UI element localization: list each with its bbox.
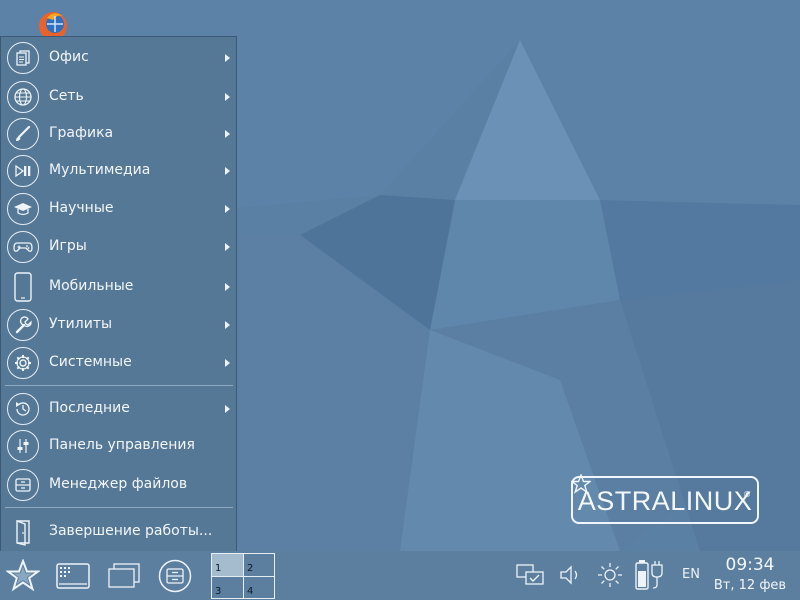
desktop-4-button[interactable]: 4 [244, 577, 275, 599]
menu-item-label: Менеджер файлов [49, 476, 188, 492]
taskbar: 1 2 3 4 EN 09:34 Вт, 12 фев [0, 551, 800, 600]
desktop-1-button[interactable]: 1 [212, 554, 243, 576]
menu-item-label: Завершение работы... [49, 523, 213, 539]
battery-charging-icon[interactable] [634, 559, 670, 595]
start-menu: Офис Сеть Графика Мультимедиа Научные Иг… [0, 36, 237, 552]
menu-item-science[interactable]: Научные [1, 193, 236, 227]
keyboard-layout-indicator[interactable]: EN [682, 567, 700, 582]
multimedia-icon [7, 155, 39, 187]
volume-icon[interactable] [558, 563, 582, 591]
menu-item-label: Сеть [49, 88, 84, 104]
menu-item-label: Научные [49, 200, 114, 216]
menu-item-label: Графика [49, 125, 114, 141]
logo-text: ASTRALINUX [577, 486, 753, 516]
astralinux-logo: ASTRALINUX ® [571, 474, 763, 527]
submenu-arrow-icon [225, 205, 230, 213]
desktop-2-button[interactable]: 2 [244, 554, 275, 576]
menu-item-label: Мультимедиа [49, 162, 151, 178]
office-icon [7, 42, 39, 74]
star-icon [4, 558, 42, 592]
submenu-arrow-icon [225, 243, 230, 251]
menu-item-label: Игры [49, 238, 87, 254]
wrench-icon [7, 309, 39, 341]
phone-icon [7, 271, 39, 303]
submenu-arrow-icon [225, 359, 230, 367]
sliders-icon [7, 430, 39, 462]
menu-separator [5, 385, 233, 386]
submenu-arrow-icon [225, 54, 230, 62]
menu-item-mobile[interactable]: Мобильные [1, 271, 236, 305]
menu-item-control-panel[interactable]: Панель управления [1, 430, 236, 464]
clock-date[interactable]: Вт, 12 фев [700, 578, 800, 593]
menu-item-network[interactable]: Сеть [1, 81, 236, 115]
file-cabinet-icon [158, 559, 192, 593]
submenu-arrow-icon [225, 405, 230, 413]
menu-item-games[interactable]: Игры [1, 231, 236, 265]
history-icon [7, 393, 39, 425]
start-button[interactable] [4, 558, 42, 597]
menu-item-utilities[interactable]: Утилиты [1, 309, 236, 343]
menu-item-system[interactable]: Системные [1, 347, 236, 381]
menu-item-shutdown[interactable]: Завершение работы... [1, 516, 236, 550]
pager-divider [212, 576, 274, 577]
menu-item-label: Мобильные [49, 278, 134, 294]
menu-item-label: Последние [49, 400, 130, 416]
exit-door-icon [7, 516, 39, 548]
menu-item-label: Офис [49, 49, 89, 65]
launcher-button[interactable] [56, 563, 90, 593]
submenu-arrow-icon [225, 93, 230, 101]
file-cabinet-icon [7, 469, 39, 501]
menu-separator [5, 507, 233, 508]
menu-item-recent[interactable]: Последние [1, 393, 236, 427]
registered-mark: ® [743, 490, 751, 499]
menu-item-office[interactable]: Офис [1, 42, 236, 76]
desktop-3-button[interactable]: 3 [212, 577, 243, 599]
menu-item-label: Утилиты [49, 316, 113, 332]
clock-time[interactable]: 09:34 [700, 555, 800, 575]
brush-icon [7, 118, 39, 150]
submenu-arrow-icon [225, 167, 230, 175]
globe-icon [7, 81, 39, 113]
menu-item-file-manager[interactable]: Менеджер файлов [1, 469, 236, 503]
brightness-icon[interactable] [596, 561, 624, 593]
menu-item-label: Системные [49, 354, 132, 370]
submenu-arrow-icon [225, 130, 230, 138]
menu-item-multimedia[interactable]: Мультимедиа [1, 155, 236, 189]
desktop-pager: 1 2 3 4 [211, 553, 275, 599]
file-manager-launcher[interactable] [158, 559, 192, 597]
submenu-arrow-icon [225, 321, 230, 329]
network-display-icon[interactable] [516, 563, 546, 593]
menu-item-graphics[interactable]: Графика [1, 118, 236, 152]
gamepad-icon [7, 231, 39, 263]
firefox-icon[interactable] [27, 6, 79, 38]
app-grid-icon [56, 563, 90, 589]
graduation-cap-icon [7, 193, 39, 225]
submenu-arrow-icon [225, 283, 230, 291]
gear-icon [7, 347, 39, 379]
menu-item-label: Панель управления [49, 437, 195, 453]
show-windows-button[interactable] [107, 563, 141, 593]
windows-icon [108, 563, 140, 588]
